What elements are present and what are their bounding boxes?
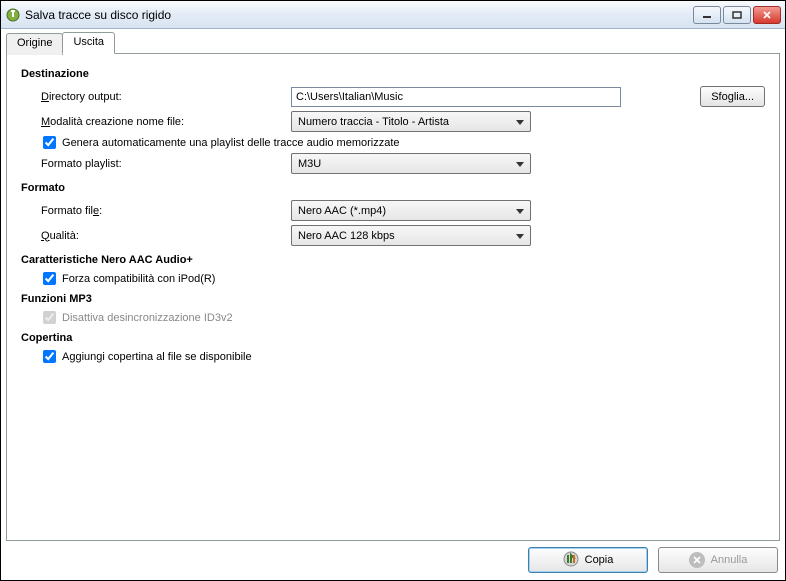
directory-output-input[interactable] <box>291 87 621 107</box>
gen-playlist-checkbox[interactable] <box>43 136 56 149</box>
footer: Copia Annulla <box>8 545 778 575</box>
window-title: Salva tracce su disco rigido <box>25 8 693 22</box>
titlebar: Salva tracce su disco rigido <box>1 1 785 29</box>
label-directory-output: Directory output: <box>41 91 291 103</box>
copia-button[interactable]: Copia <box>528 547 648 573</box>
add-cover-checkbox[interactable] <box>43 350 56 363</box>
copia-icon <box>563 551 579 570</box>
section-copertina: Copertina <box>21 332 765 344</box>
label-playlist-format: Formato playlist: <box>41 158 291 170</box>
id3v2-desync-checkbox <box>43 311 56 324</box>
close-button[interactable] <box>753 6 781 24</box>
label-quality: Qualità: <box>41 230 291 242</box>
label-gen-playlist: Genera automaticamente una playlist dell… <box>62 137 400 149</box>
label-id3v2-desync: Disattiva desincronizzazione ID3v2 <box>62 312 233 324</box>
tab-uscita[interactable]: Uscita <box>62 32 115 54</box>
section-mp3: Funzioni MP3 <box>21 293 765 305</box>
label-add-cover: Aggiungi copertina al file se disponibil… <box>62 351 252 363</box>
cancel-icon <box>689 552 705 568</box>
playlist-format-select[interactable]: M3U <box>291 153 531 174</box>
minimize-button[interactable] <box>693 6 721 24</box>
app-icon <box>5 7 21 23</box>
tab-panel-uscita: Destinazione Directory output: Sfoglia..… <box>6 53 780 541</box>
maximize-button[interactable] <box>723 6 751 24</box>
tab-origine[interactable]: Origine <box>6 33 63 55</box>
ipod-compat-checkbox[interactable] <box>43 272 56 285</box>
section-destinazione: Destinazione <box>21 68 765 80</box>
label-ipod-compat: Forza compatibilità con iPod(R) <box>62 273 215 285</box>
browse-button[interactable]: Sfoglia... <box>700 86 765 107</box>
label-file-format: Formato file: <box>41 205 291 217</box>
filename-mode-select[interactable]: Numero traccia - Titolo - Artista <box>291 111 531 132</box>
file-format-select[interactable]: Nero AAC (*.mp4) <box>291 200 531 221</box>
tabstrip: Origine Uscita <box>6 32 780 54</box>
annulla-button[interactable]: Annulla <box>658 547 778 573</box>
section-formato: Formato <box>21 182 765 194</box>
label-filename-mode: Modalità creazione nome file: <box>41 116 291 128</box>
quality-select[interactable]: Nero AAC 128 kbps <box>291 225 531 246</box>
section-neroaac: Caratteristiche Nero AAC Audio+ <box>21 254 765 266</box>
